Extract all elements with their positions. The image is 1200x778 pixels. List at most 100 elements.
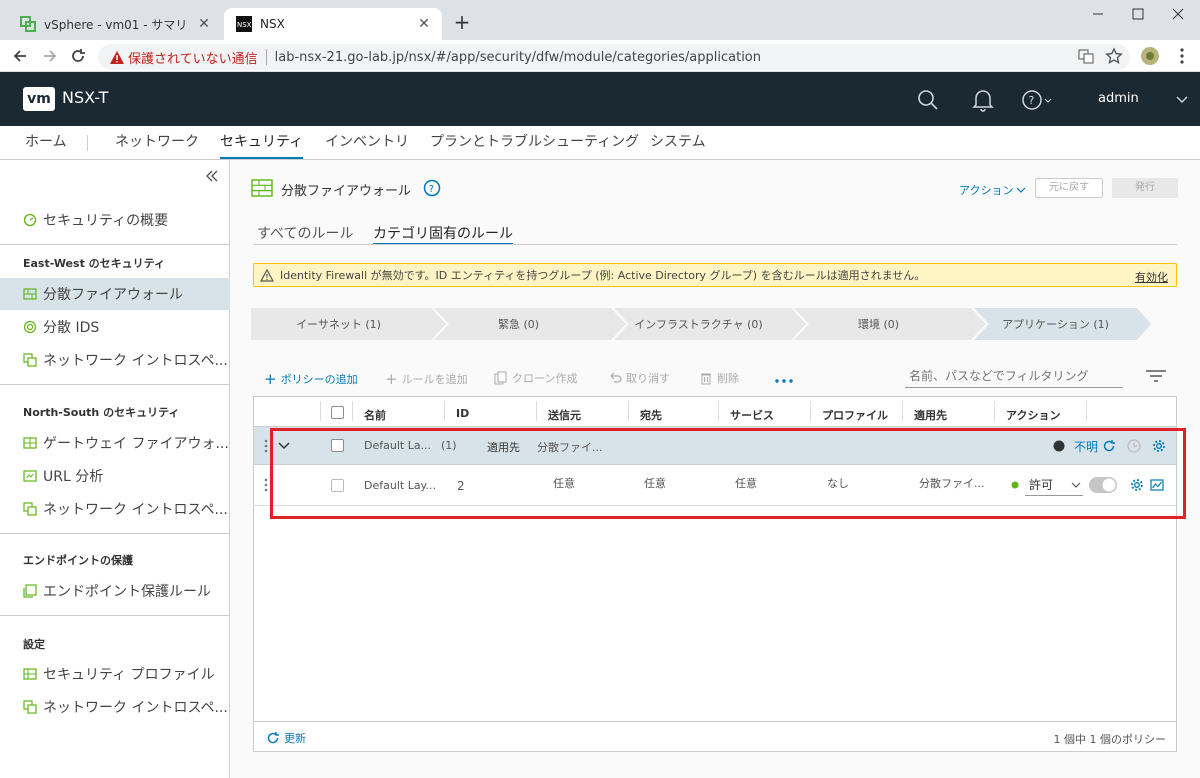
browser-tab-nsx[interactable]: NSX NSX ✕ — [224, 8, 442, 40]
select-all-checkbox[interactable] — [331, 406, 344, 419]
vmware-logo: vm — [23, 87, 55, 111]
undo-label: 取り消す — [626, 372, 670, 385]
delete-label: 削除 — [717, 372, 739, 385]
nsx-favicon-icon: NSX — [236, 16, 252, 32]
category-infrastructure[interactable]: インフラストラクチャ (0) — [621, 308, 776, 340]
category-environment[interactable]: 環境 (0) — [801, 308, 956, 340]
column-header-profile[interactable]: プロファイル — [822, 407, 888, 423]
translate-icon[interactable] — [1076, 46, 1096, 66]
column-header-source[interactable]: 送信元 — [548, 407, 581, 423]
sidebar-section-header: 設定 — [23, 638, 45, 651]
undo-button[interactable]: 取り消す — [608, 370, 670, 386]
sidebar-item-distributed-ids[interactable]: 分散 IDS — [0, 311, 230, 343]
browser-tab-title: NSX — [260, 17, 285, 31]
clone-button[interactable]: クローン作成 — [494, 370, 577, 386]
sidebar-item-label: 分散ファイアウォール — [43, 287, 183, 303]
close-tab-icon[interactable]: ✕ — [196, 16, 212, 32]
sidebar-item-network-introspection-ns[interactable]: ネットワーク イントロスペ... — [0, 493, 230, 525]
gauge-icon — [23, 213, 37, 227]
collapse-sidebar-icon[interactable] — [205, 169, 219, 183]
notification-bell-icon[interactable] — [972, 88, 994, 112]
sidebar-item-distributed-firewall[interactable]: 分散ファイアウォール — [0, 278, 230, 310]
drag-handle-icon[interactable] — [264, 439, 268, 453]
grid-footer: 更新 1 個中 1 個のポリシー — [254, 721, 1176, 751]
profile-avatar-icon[interactable] — [1140, 46, 1160, 66]
reload-icon[interactable] — [68, 46, 88, 66]
actions-dropdown[interactable]: アクション — [959, 182, 1026, 198]
tab-all-rules[interactable]: すべてのルール — [257, 223, 353, 243]
chevron-down-icon[interactable] — [1176, 96, 1188, 104]
warning-triangle-icon — [260, 269, 274, 282]
sidebar-item-gateway-firewall[interactable]: ゲートウェイ ファイアウォ... — [0, 427, 230, 459]
sidebar-item-label: エンドポイント保護ルール — [43, 584, 211, 600]
address-bar[interactable]: 保護されていない通信 lab-nsx-21.go-lab.jp/nsx/#/ap… — [98, 44, 1130, 70]
filter-input[interactable] — [905, 364, 1123, 388]
sidebar-divider — [0, 384, 230, 385]
sidebar-item-endpoint-protection-rules[interactable]: エンドポイント保護ルール — [0, 575, 230, 607]
url-text: lab-nsx-21.go-lab.jp/nsx/#/app/security/… — [274, 49, 761, 65]
column-header-destination[interactable]: 宛先 — [640, 407, 662, 423]
user-menu[interactable]: admin — [1098, 91, 1139, 106]
pagination-count: 1 個中 1 個のポリシー — [1053, 733, 1167, 746]
nav-security[interactable]: セキュリティ — [220, 126, 304, 159]
minimize-window-icon[interactable] — [1084, 4, 1112, 24]
bookmark-star-icon[interactable] — [1104, 46, 1124, 66]
sidebar-item-label: ネットワーク イントロスペ... — [43, 353, 228, 369]
sidebar-item-network-introspection-ew[interactable]: ネットワーク イントロスペ... — [0, 344, 230, 376]
main-navigation: ホーム ネットワーク セキュリティ インベントリ プランとトラブルシューティング… — [0, 126, 1200, 160]
more-actions-icon[interactable] — [774, 378, 794, 384]
help-menu-icon[interactable]: ? — [1021, 89, 1055, 111]
column-header-action[interactable]: アクション — [1006, 407, 1060, 423]
sidebar-item-security-profiles[interactable]: セキュリティ プロファイル — [0, 658, 230, 690]
identity-firewall-alert: Identity Firewall が無効です。ID エンティティを持つグループ… — [253, 263, 1177, 287]
enable-link[interactable]: 有効化 — [1135, 269, 1168, 285]
search-icon[interactable] — [917, 89, 939, 111]
column-header-applied-to[interactable]: 適用先 — [914, 407, 947, 423]
nav-home[interactable]: ホーム — [25, 126, 67, 159]
maximize-window-icon[interactable] — [1124, 4, 1152, 24]
firewall-icon — [251, 179, 273, 197]
add-rule-button[interactable]: + ルールを追加 — [385, 370, 468, 388]
sidebar-item-url-analysis[interactable]: URL 分析 — [0, 460, 230, 492]
help-icon[interactable]: ? — [423, 179, 441, 197]
column-header-name[interactable]: 名前 — [364, 407, 386, 423]
forward-arrow-icon[interactable] — [40, 46, 60, 66]
column-header-service[interactable]: サービス — [730, 407, 774, 423]
app-title: NSX-T — [62, 88, 109, 107]
category-emergency[interactable]: 緊急 (0) — [441, 308, 596, 340]
column-divider — [628, 401, 629, 421]
refresh-button[interactable]: 更新 — [266, 730, 306, 746]
drag-handle-icon[interactable] — [264, 478, 268, 492]
close-window-icon[interactable] — [1164, 4, 1192, 24]
refresh-label: 更新 — [284, 732, 306, 745]
nav-inventory[interactable]: インベントリ — [325, 126, 409, 159]
category-application[interactable]: アプリケーション (1) — [983, 308, 1128, 340]
nav-networking[interactable]: ネットワーク — [115, 126, 199, 159]
highlight-box — [270, 428, 1186, 519]
endpoint-protection-icon — [23, 584, 37, 598]
column-header-id[interactable]: ID — [456, 407, 469, 420]
tab-underline — [253, 244, 1177, 245]
back-arrow-icon[interactable] — [10, 46, 30, 66]
tab-category-rules[interactable]: カテゴリ固有のルール — [373, 223, 513, 245]
sidebar-divider — [0, 533, 230, 534]
delete-button[interactable]: 削除 — [699, 370, 739, 386]
sidebar-section-header: エンドポイントの保護 — [23, 554, 133, 567]
sidebar-section-header: East-West のセキュリティ — [23, 257, 165, 270]
sidebar-item-network-introspection-settings[interactable]: ネットワーク イントロスペ... — [0, 691, 230, 723]
new-tab-button[interactable]: + — [452, 12, 472, 32]
nav-system[interactable]: システム — [650, 126, 706, 159]
sidebar-item-security-overview[interactable]: セキュリティの概要 — [0, 204, 230, 236]
nav-plan-troubleshoot[interactable]: プランとトラブルシューティング — [430, 126, 639, 159]
category-ethernet[interactable]: イーサネット (1) — [261, 308, 416, 340]
close-tab-icon[interactable]: ✕ — [416, 16, 432, 32]
add-policy-button[interactable]: + ポリシーの追加 — [264, 370, 358, 388]
svg-text:?: ? — [429, 184, 434, 195]
security-profile-icon — [23, 668, 37, 680]
revert-button[interactable]: 元に戻す — [1035, 178, 1103, 198]
filter-lines-icon[interactable] — [1145, 368, 1167, 384]
publish-button[interactable]: 発行 — [1112, 178, 1178, 198]
introspection-icon — [23, 353, 37, 367]
browser-tab-vsphere[interactable]: vSphere - vm01 - サマリ ✕ — [8, 8, 222, 40]
browser-menu-icon[interactable] — [1172, 46, 1192, 66]
